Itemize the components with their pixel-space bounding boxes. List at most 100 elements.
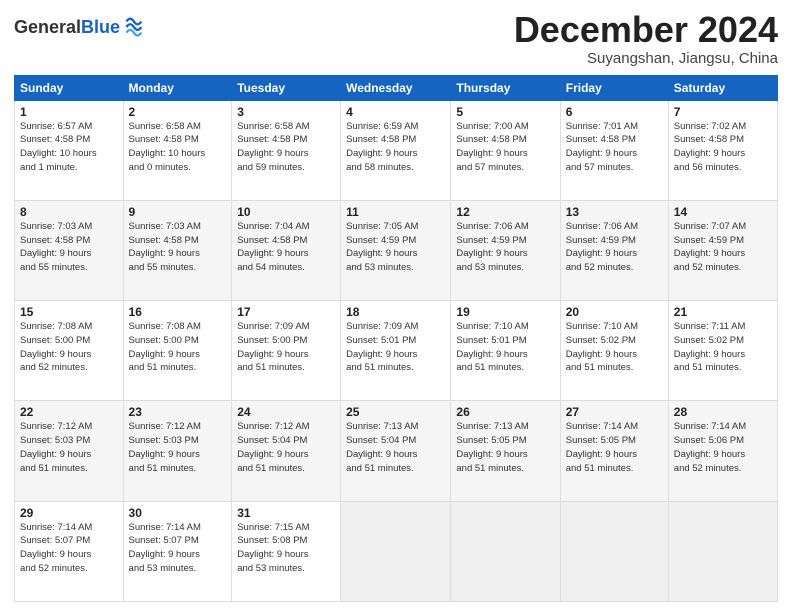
day-cell: 22Sunrise: 7:12 AMSunset: 5:03 PMDayligh… [15,401,124,501]
day-info: Sunrise: 6:58 AMSunset: 4:58 PMDaylight:… [129,120,227,175]
day-number: 24 [237,405,335,419]
day-cell: 20Sunrise: 7:10 AMSunset: 5:02 PMDayligh… [560,301,668,401]
day-cell: 11Sunrise: 7:05 AMSunset: 4:59 PMDayligh… [341,200,451,300]
day-cell: 14Sunrise: 7:07 AMSunset: 4:59 PMDayligh… [668,200,777,300]
day-info: Sunrise: 6:58 AMSunset: 4:58 PMDaylight:… [237,120,335,175]
day-info: Sunrise: 7:03 AMSunset: 4:58 PMDaylight:… [20,220,118,275]
day-info: Sunrise: 7:13 AMSunset: 5:05 PMDaylight:… [456,420,554,475]
day-cell: 23Sunrise: 7:12 AMSunset: 5:03 PMDayligh… [123,401,232,501]
day-number: 28 [674,405,772,419]
day-cell: 10Sunrise: 7:04 AMSunset: 4:58 PMDayligh… [232,200,341,300]
day-number: 18 [346,305,445,319]
day-number: 31 [237,506,335,520]
day-number: 10 [237,205,335,219]
day-number: 6 [566,105,663,119]
day-cell: 3Sunrise: 6:58 AMSunset: 4:58 PMDaylight… [232,100,341,200]
day-cell [560,501,668,601]
day-cell: 19Sunrise: 7:10 AMSunset: 5:01 PMDayligh… [451,301,560,401]
day-number: 11 [346,205,445,219]
week-row-2: 8Sunrise: 7:03 AMSunset: 4:58 PMDaylight… [15,200,778,300]
day-info: Sunrise: 7:10 AMSunset: 5:01 PMDaylight:… [456,320,554,375]
day-number: 27 [566,405,663,419]
day-cell: 25Sunrise: 7:13 AMSunset: 5:04 PMDayligh… [341,401,451,501]
weekday-header-sunday: Sunday [15,75,124,100]
day-cell: 15Sunrise: 7:08 AMSunset: 5:00 PMDayligh… [15,301,124,401]
day-info: Sunrise: 7:02 AMSunset: 4:58 PMDaylight:… [674,120,772,175]
day-cell: 8Sunrise: 7:03 AMSunset: 4:58 PMDaylight… [15,200,124,300]
day-number: 29 [20,506,118,520]
day-number: 4 [346,105,445,119]
day-number: 2 [129,105,227,119]
day-cell: 2Sunrise: 6:58 AMSunset: 4:58 PMDaylight… [123,100,232,200]
day-cell: 21Sunrise: 7:11 AMSunset: 5:02 PMDayligh… [668,301,777,401]
day-info: Sunrise: 7:06 AMSunset: 4:59 PMDaylight:… [456,220,554,275]
day-number: 12 [456,205,554,219]
weekday-header-friday: Friday [560,75,668,100]
day-number: 3 [237,105,335,119]
day-info: Sunrise: 7:09 AMSunset: 5:00 PMDaylight:… [237,320,335,375]
day-cell: 29Sunrise: 7:14 AMSunset: 5:07 PMDayligh… [15,501,124,601]
day-info: Sunrise: 7:14 AMSunset: 5:07 PMDaylight:… [129,521,227,576]
day-cell: 17Sunrise: 7:09 AMSunset: 5:00 PMDayligh… [232,301,341,401]
day-number: 8 [20,205,118,219]
day-info: Sunrise: 6:57 AMSunset: 4:58 PMDaylight:… [20,120,118,175]
day-cell [668,501,777,601]
day-info: Sunrise: 7:12 AMSunset: 5:03 PMDaylight:… [20,420,118,475]
day-info: Sunrise: 7:08 AMSunset: 5:00 PMDaylight:… [20,320,118,375]
day-number: 21 [674,305,772,319]
day-info: Sunrise: 7:15 AMSunset: 5:08 PMDaylight:… [237,521,335,576]
day-info: Sunrise: 7:08 AMSunset: 5:00 PMDaylight:… [129,320,227,375]
day-cell: 18Sunrise: 7:09 AMSunset: 5:01 PMDayligh… [341,301,451,401]
week-row-5: 29 Sunrise: 7:14 AMSunset: 5:07 PMDayligh… [15,501,778,601]
header: GeneralBlue December 2024 Suyangshan, Ji… [14,10,778,67]
day-cell: 9Sunrise: 7:03 AMSunset: 4:58 PMDaylight… [123,200,232,300]
logo-wave-icon [122,14,142,42]
day-info: Sunrise: 7:14 AMSunset: 5:05 PMDaylight:… [566,420,663,475]
day-info: Sunrise: 7:12 AMSunset: 5:03 PMDaylight:… [129,420,227,475]
day-cell: 1Sunrise: 6:57 AMSunset: 4:58 PMDaylight… [15,100,124,200]
day-number: 9 [129,205,227,219]
day-info: Sunrise: 7:07 AMSunset: 4:59 PMDaylight:… [674,220,772,275]
logo: GeneralBlue [14,14,142,42]
day-info: Sunrise: 7:10 AMSunset: 5:02 PMDaylight:… [566,320,663,375]
day-cell [451,501,560,601]
day-cell: 27Sunrise: 7:14 AMSunset: 5:05 PMDayligh… [560,401,668,501]
calendar-page: GeneralBlue December 2024 Suyangshan, Ji… [0,0,792,612]
calendar-table: SundayMondayTuesdayWednesdayThursdayFrid… [14,75,778,602]
day-cell: 24Sunrise: 7:12 AMSunset: 5:04 PMDayligh… [232,401,341,501]
week-row-1: 1Sunrise: 6:57 AMSunset: 4:58 PMDaylight… [15,100,778,200]
day-number: 26 [456,405,554,419]
day-number: 13 [566,205,663,219]
logo-general: General [14,17,81,37]
day-cell: 12Sunrise: 7:06 AMSunset: 4:59 PMDayligh… [451,200,560,300]
day-info: Sunrise: 7:05 AMSunset: 4:59 PMDaylight:… [346,220,445,275]
day-number: 22 [20,405,118,419]
weekday-header-monday: Monday [123,75,232,100]
title-area: December 2024 Suyangshan, Jiangsu, China [514,10,778,67]
day-number: 5 [456,105,554,119]
day-cell: 6Sunrise: 7:01 AMSunset: 4:58 PMDaylight… [560,100,668,200]
day-number: 14 [674,205,772,219]
day-cell: 4Sunrise: 6:59 AMSunset: 4:58 PMDaylight… [341,100,451,200]
day-number: 20 [566,305,663,319]
day-cell: 5Sunrise: 7:00 AMSunset: 4:58 PMDaylight… [451,100,560,200]
day-info: Sunrise: 7:09 AMSunset: 5:01 PMDaylight:… [346,320,445,375]
day-cell: 30Sunrise: 7:14 AMSunset: 5:07 PMDayligh… [123,501,232,601]
day-info: Sunrise: 7:00 AMSunset: 4:58 PMDaylight:… [456,120,554,175]
location: Suyangshan, Jiangsu, China [514,50,778,67]
day-number: 19 [456,305,554,319]
day-number: 15 [20,305,118,319]
day-info: Sunrise: 7:12 AMSunset: 5:04 PMDaylight:… [237,420,335,475]
day-number: 30 [129,506,227,520]
weekday-header-thursday: Thursday [451,75,560,100]
day-cell: 7Sunrise: 7:02 AMSunset: 4:58 PMDaylight… [668,100,777,200]
weekday-header-wednesday: Wednesday [341,75,451,100]
logo-blue: Blue [81,17,120,37]
day-cell: 26Sunrise: 7:13 AMSunset: 5:05 PMDayligh… [451,401,560,501]
day-cell [341,501,451,601]
day-number: 23 [129,405,227,419]
day-info: Sunrise: 7:06 AMSunset: 4:59 PMDaylight:… [566,220,663,275]
day-cell: 16Sunrise: 7:08 AMSunset: 5:00 PMDayligh… [123,301,232,401]
day-cell: 13Sunrise: 7:06 AMSunset: 4:59 PMDayligh… [560,200,668,300]
day-info: Sunrise: 6:59 AMSunset: 4:58 PMDaylight:… [346,120,445,175]
